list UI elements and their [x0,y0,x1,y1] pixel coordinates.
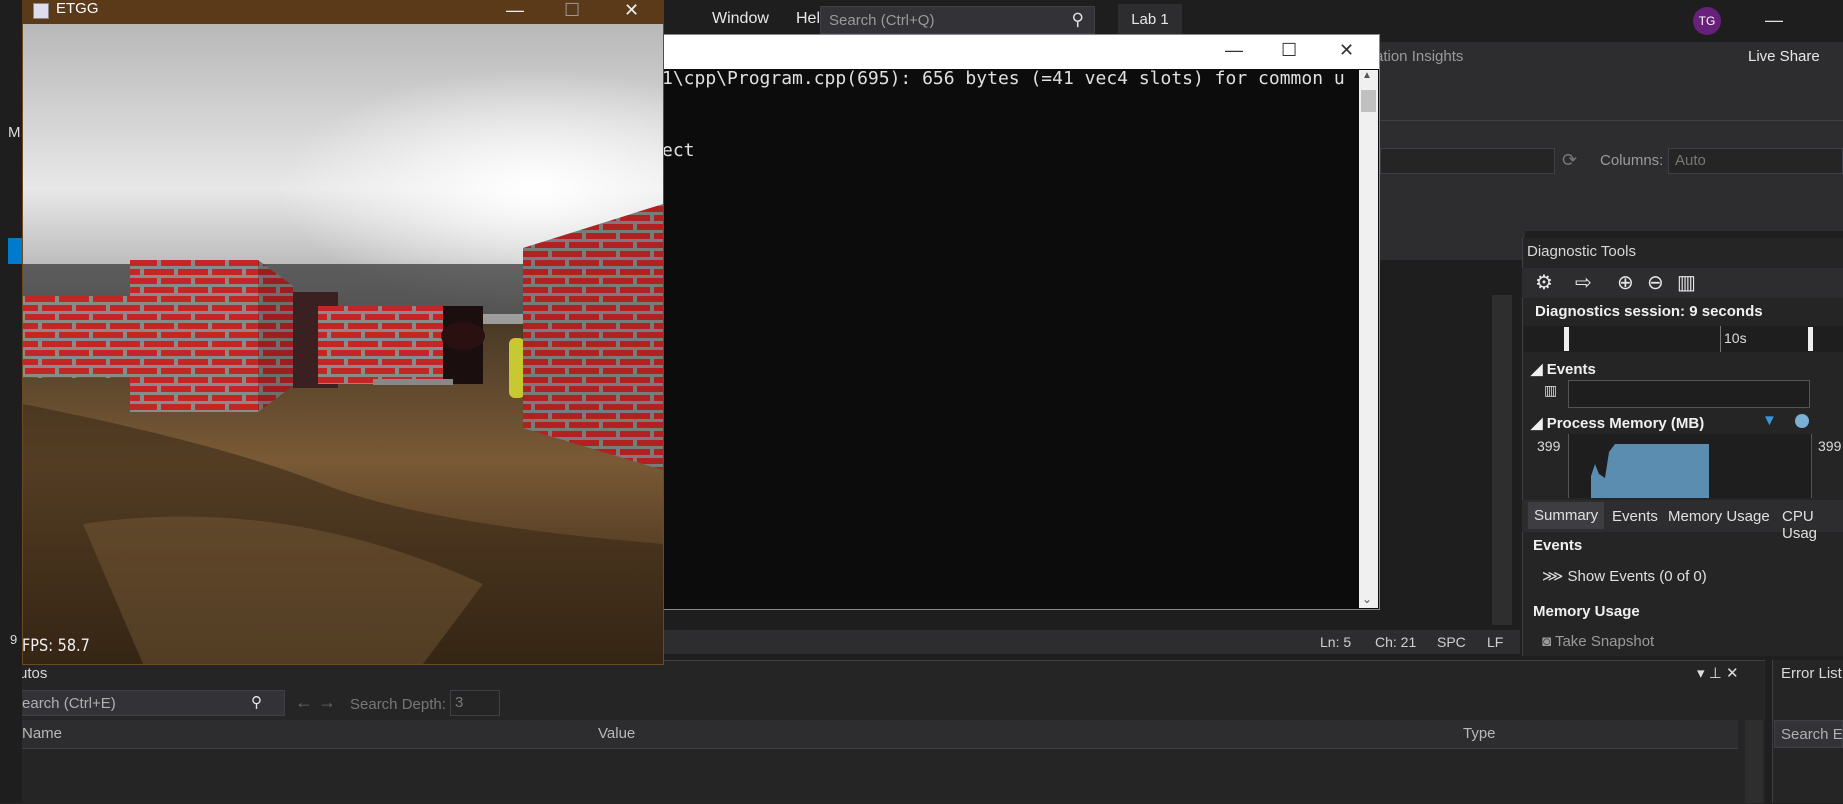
close-icon[interactable]: ✕ [1726,665,1739,682]
snapshot-dot-icon[interactable] [1795,414,1809,428]
forward-arrow-icon[interactable]: → [318,692,336,712]
gear-icon[interactable]: ⚙ [1535,270,1553,295]
console-output-line: 1\cpp\Program.cpp(695): 656 bytes (=41 v… [662,68,1345,89]
diagnostics-session: Diagnostics session: 9 seconds [1535,303,1763,320]
menu-window[interactable]: Window [712,10,769,28]
left-number: 9 [10,632,18,647]
timeline-end-handle[interactable] [1808,327,1813,351]
nav-arrows: ← → [295,692,336,713]
columns-label: Columns: [1600,152,1664,169]
dropdown-icon[interactable]: ▾ [1697,665,1705,682]
tab-cpu-usage[interactable]: CPU Usag [1782,508,1843,542]
back-arrow-icon[interactable]: ← [295,692,313,712]
vs-search-box[interactable]: Search (Ctrl+Q) ⚲ [820,6,1095,34]
zoom-out-icon[interactable]: ⊖ [1647,270,1664,295]
search-depth-label: Search Depth: [350,696,446,713]
take-snapshot-button[interactable]: ◙ Take Snapshot [1542,633,1654,650]
search-depth-select[interactable]: 3 [450,690,500,716]
timeline-label: 10s [1724,330,1747,346]
status-column[interactable]: Ch: 21 [1375,634,1416,650]
app-icon [33,3,49,19]
show-events-label: Show Events (0 of 0) [1567,568,1707,585]
scroll-down-icon[interactable]: ⌄ [1362,592,1372,606]
vs-minimize-icon[interactable]: — [1765,10,1783,31]
live-share-button[interactable]: Live Share [1748,48,1820,65]
left-panel-label: M [8,124,21,141]
game-title: ETGG [56,0,99,17]
game-maximize-icon: ☐ [564,0,581,20]
editor-scrollbar[interactable] [1492,295,1512,625]
timeline-ruler[interactable] [1524,326,1843,352]
memory-value-right: 399 [1818,438,1842,454]
show-events-link[interactable]: ⋙ Show Events (0 of 0) [1542,567,1707,585]
events-icon: ⋙ [1542,568,1564,585]
columns-select[interactable]: Auto [1668,148,1843,174]
autos-search-placeholder: Search (Ctrl+E) [12,695,116,712]
console-close-icon[interactable]: ✕ [1339,40,1354,61]
tab-memory-usage[interactable]: Memory Usage [1668,508,1770,525]
console-minimize-icon[interactable]: — [1225,40,1243,61]
game-viewport[interactable] [23,24,663,664]
console-scrollbar[interactable] [1359,70,1378,608]
scroll-up-icon[interactable]: ▲ [1362,70,1372,81]
left-active-tab[interactable] [8,238,22,264]
vs-left-edge [0,0,22,803]
filter-icon[interactable]: ▼ [1762,412,1777,429]
camera-icon: ◙ [1542,633,1552,650]
error-list-search-placeholder: Search Er [1781,726,1843,743]
avatar[interactable]: TG [1693,7,1721,35]
timeline-start-handle[interactable] [1564,327,1569,351]
solution-name[interactable]: Lab 1 [1118,4,1182,36]
autos-scrollbar[interactable] [1745,720,1763,803]
process-memory-header: ◢ Process Memory (MB) [1531,415,1705,432]
process-memory-chart[interactable] [1568,434,1812,498]
diagnostic-tools-title: Diagnostic Tools [1527,243,1636,260]
console-output-line: ect [662,140,695,161]
bar-chart-icon[interactable]: ▥ [1677,270,1696,295]
fps-counter: FPS: 58.7 [22,636,90,656]
game-minimize-icon[interactable]: — [506,0,524,21]
tab-summary[interactable]: Summary [1528,502,1605,529]
tab-events[interactable]: Events [1612,508,1658,525]
export-icon[interactable]: ⇨ [1575,270,1592,295]
filter-dropdown[interactable] [1380,148,1555,174]
memory-usage-header: Memory Usage [1533,603,1640,620]
take-snapshot-label: Take Snapshot [1554,633,1655,650]
pause-icon[interactable]: ▥ [1544,382,1557,399]
error-list-title[interactable]: Error List [1781,665,1842,682]
zoom-in-icon[interactable]: ⊕ [1617,270,1634,295]
console-window[interactable] [660,34,1380,610]
console-title-bar[interactable] [661,35,1379,69]
timeline-tick [1720,326,1721,352]
console-scroll-thumb[interactable] [1361,90,1376,112]
process-memory-label: Process Memory (MB) [1546,415,1705,432]
search-icon[interactable]: ⚲ [251,693,262,711]
error-list-search[interactable]: Search Er [1774,720,1843,748]
refresh-icon[interactable]: ⟳ [1562,150,1577,171]
events-track[interactable] [1568,380,1810,408]
summary-events-header: Events [1533,537,1583,554]
autos-search-input[interactable]: Search (Ctrl+E) ⚲ [7,690,285,716]
vs-search-placeholder: Search (Ctrl+Q) [829,12,935,29]
status-line[interactable]: Ln: 5 [1320,634,1351,650]
memory-graph [1591,444,1709,498]
column-type[interactable]: Type [1463,725,1496,742]
events-header: ◢ Events [1531,361,1596,378]
app-insights-label[interactable]: ation Insights [1375,48,1463,65]
column-value[interactable]: Value [598,725,635,742]
column-name[interactable]: Name [22,725,62,742]
pin-icon[interactable]: ⊥ [1709,665,1722,682]
panel-controls: ▾ ⊥ ✕ [1697,664,1739,682]
status-spacing[interactable]: SPC [1437,634,1466,650]
console-maximize-icon[interactable]: ☐ [1281,40,1297,61]
search-icon: ⚲ [1071,10,1084,29]
game-scene [23,24,663,664]
events-header-label: Events [1546,361,1596,378]
memory-value-left: 399 [1537,438,1561,454]
status-line-ending[interactable]: LF [1487,634,1503,650]
editor-nav-strip [1380,230,1525,260]
game-close-icon[interactable]: ✕ [624,0,639,21]
